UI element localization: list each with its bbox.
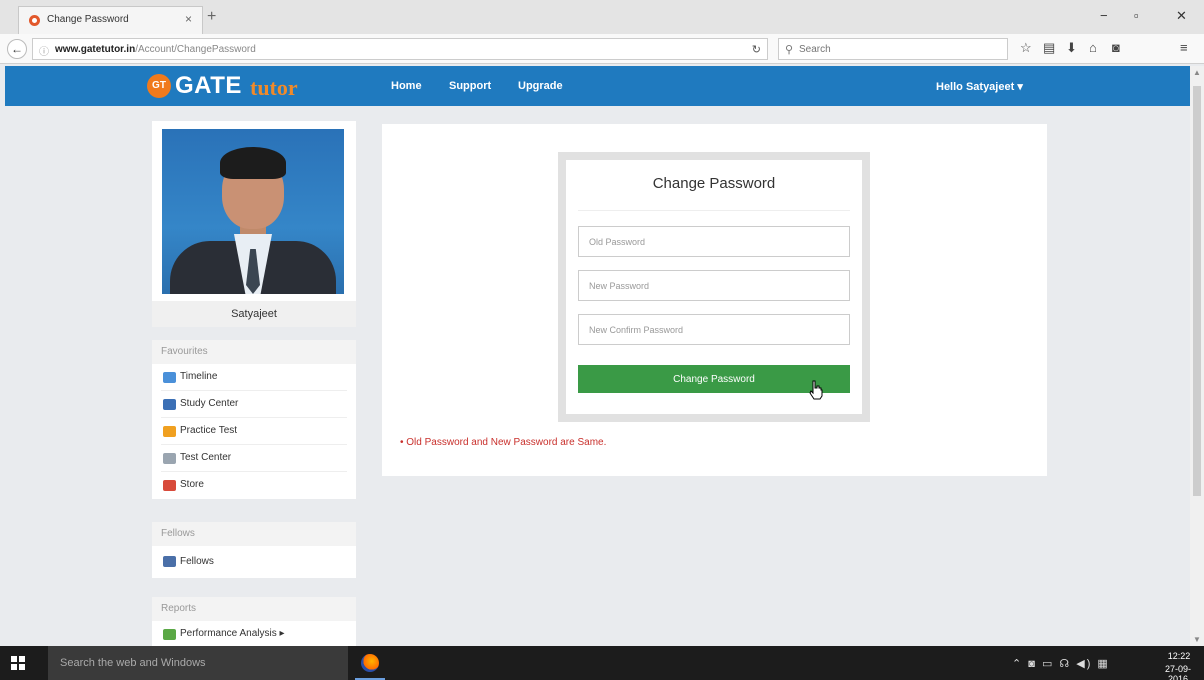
minimize-button[interactable]: − bbox=[1100, 8, 1108, 23]
sidebar-item-performance-analysis[interactable]: Performance Analysis ▸ bbox=[161, 621, 347, 646]
fellows-panel: Fellows Fellows bbox=[152, 522, 356, 578]
sidebar-item-label: Performance Analysis ▸ bbox=[180, 628, 285, 639]
main-panel: Change Password Change Password • Old Pa… bbox=[382, 124, 1047, 476]
browser-nav-bar: ← ⓘ www.gatetutor.in/Account/ChangePassw… bbox=[0, 34, 1204, 64]
clock-date[interactable]: 27-09-2016 bbox=[1156, 664, 1200, 680]
clock-time[interactable]: 12:22 bbox=[1162, 651, 1196, 661]
taskbar-search[interactable]: Search the web and Windows bbox=[48, 646, 348, 680]
search-icon: ⚲ bbox=[785, 44, 794, 56]
nav-upgrade[interactable]: Upgrade bbox=[518, 80, 563, 92]
sidebar-item-practice-test[interactable]: Practice Test bbox=[161, 418, 347, 445]
sidebar-item-store[interactable]: Store bbox=[161, 472, 347, 499]
site-info-icon[interactable]: ⓘ bbox=[39, 43, 49, 58]
sidebar-item-timeline[interactable]: Timeline bbox=[161, 364, 347, 391]
site-favicon-icon bbox=[29, 15, 40, 26]
scroll-up-icon[interactable]: ▲ bbox=[1193, 68, 1201, 77]
old-password-field[interactable] bbox=[578, 226, 850, 257]
performance-analysis-icon bbox=[163, 629, 176, 640]
system-tray[interactable]: ⌃ ◙ ▭ ☊ ◀) ▦ bbox=[1012, 657, 1110, 670]
user-menu[interactable]: Hello Satyajeet ▾ bbox=[936, 80, 1023, 93]
pocket-icon[interactable]: ◙ bbox=[1112, 41, 1120, 55]
sidebar-item-test-center[interactable]: Test Center bbox=[161, 445, 347, 472]
tab-close-icon[interactable]: × bbox=[185, 12, 192, 26]
page-scrollbar[interactable]: ▲ ▼ bbox=[1190, 66, 1204, 646]
divider bbox=[578, 210, 850, 211]
sidebar-item-label: Test Center bbox=[180, 452, 232, 463]
sidebar-item-label: Fellows bbox=[180, 556, 214, 567]
new-tab-button[interactable]: + bbox=[207, 9, 216, 25]
confirm-password-field[interactable] bbox=[578, 314, 850, 345]
timeline-icon bbox=[163, 372, 176, 383]
store-icon bbox=[163, 480, 176, 491]
downloads-icon[interactable]: ⬇ bbox=[1066, 41, 1077, 55]
logo-main-text[interactable]: GATE bbox=[175, 72, 242, 100]
nav-support[interactable]: Support bbox=[449, 80, 491, 92]
reload-icon[interactable]: ↻ bbox=[752, 43, 761, 56]
tab-title: Change Password bbox=[47, 14, 129, 25]
practice-test-icon bbox=[163, 426, 176, 437]
taskbar-search-text: Search the web and Windows bbox=[60, 657, 206, 669]
maximize-button[interactable]: ▫ bbox=[1134, 8, 1139, 23]
new-password-field[interactable] bbox=[578, 270, 850, 301]
sidebar-item-label: Store bbox=[180, 479, 204, 490]
menu-icon[interactable]: ≡ bbox=[1180, 41, 1188, 55]
profile-card: Satyajeet bbox=[152, 121, 356, 327]
favourites-heading: Favourites bbox=[152, 340, 356, 364]
profile-photo[interactable] bbox=[162, 129, 344, 294]
browser-search-input[interactable] bbox=[799, 42, 999, 56]
nav-home[interactable]: Home bbox=[391, 80, 422, 92]
logo-badge[interactable]: GT bbox=[147, 74, 171, 98]
close-window-button[interactable]: ✕ bbox=[1176, 8, 1187, 24]
study-center-icon bbox=[163, 399, 176, 410]
bookmark-star-icon[interactable]: ☆ bbox=[1020, 41, 1032, 55]
change-password-title: Change Password bbox=[652, 175, 776, 192]
taskbar: Search the web and Windows ⌃ ◙ ▭ ☊ ◀) ▦ … bbox=[0, 646, 1204, 680]
sidebar-item-label: Practice Test bbox=[180, 425, 238, 436]
browser-tab-bar: Change Password × + − ▫ ✕ bbox=[0, 0, 1204, 34]
sidebar-item-fellows[interactable]: Fellows bbox=[161, 546, 347, 578]
url-text: www.gatetutor.in/Account/ChangePassword bbox=[55, 44, 256, 55]
favourites-panel: Favourites Timeline Study Center Practic… bbox=[152, 340, 356, 499]
browser-tab[interactable]: Change Password × bbox=[18, 6, 203, 34]
fellows-heading: Fellows bbox=[152, 522, 356, 546]
sidebar-item-label: Study Center bbox=[180, 398, 239, 409]
sidebar-item-label: Timeline bbox=[180, 371, 218, 382]
reports-heading: Reports bbox=[152, 597, 356, 621]
scroll-down-icon[interactable]: ▼ bbox=[1193, 635, 1201, 644]
address-bar[interactable]: ⓘ www.gatetutor.in/Account/ChangePasswor… bbox=[32, 38, 768, 60]
windows-start-icon[interactable] bbox=[11, 656, 25, 670]
scrollbar-thumb[interactable] bbox=[1193, 86, 1201, 496]
site-header: GT GATE tutor Home Support Upgrade Hello… bbox=[5, 66, 1190, 106]
sidebar-item-study-center[interactable]: Study Center bbox=[161, 391, 347, 418]
profile-name[interactable]: Satyajeet bbox=[152, 301, 356, 327]
fellows-icon bbox=[163, 556, 176, 567]
hand-cursor-icon bbox=[809, 380, 823, 400]
reports-panel: Reports Performance Analysis ▸ bbox=[152, 597, 356, 646]
logo-sub-text[interactable]: tutor bbox=[250, 75, 298, 101]
error-message: • Old Password and New Password are Same… bbox=[400, 437, 607, 448]
firefox-icon[interactable] bbox=[361, 654, 379, 672]
home-icon[interactable]: ⌂ bbox=[1089, 41, 1097, 55]
reading-list-icon[interactable]: ▤ bbox=[1043, 41, 1055, 55]
browser-search-box[interactable]: ⚲ bbox=[778, 38, 1008, 60]
back-button[interactable]: ← bbox=[7, 39, 27, 59]
test-center-icon bbox=[163, 453, 176, 464]
